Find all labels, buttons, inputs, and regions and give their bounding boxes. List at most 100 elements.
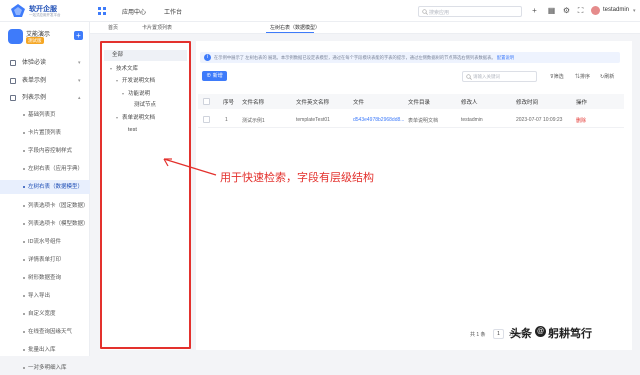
add-record-button[interactable]: ⊕ 新增 <box>202 71 227 81</box>
bullet-icon <box>23 240 25 243</box>
sidebar-item[interactable]: 导入导出 <box>0 289 90 303</box>
sidebar-item[interactable]: 自定义宽度 <box>0 307 90 321</box>
row-en-name: templateTest01 <box>296 117 330 123</box>
sidebar-group-forms[interactable]: 表单示例 ▾ <box>0 74 90 88</box>
sidebar-item-label: 树形数据查询 <box>28 274 62 281</box>
watermark-at-icon: @ <box>535 326 546 337</box>
bullet-icon <box>23 186 25 189</box>
sidebar-group-lists[interactable]: 列表示例 ▴ <box>0 91 90 105</box>
keyword-filter-input[interactable]: 请输入关键词 <box>462 71 537 82</box>
search-placeholder: 搜索应用 <box>429 10 450 16</box>
top-bar: 软开企服 一站式应用开发平台 应用中心 工作台 搜索应用 + ▦ ⚙ ⛶ tes… <box>0 0 640 22</box>
column-header: 修改时间 <box>516 100 539 106</box>
sidebar-item-label: 基础列表页 <box>28 112 56 118</box>
sidebar-item[interactable]: 详情表单打印 <box>0 253 90 267</box>
plus-icon[interactable]: + <box>530 6 539 15</box>
bullet-icon <box>23 331 25 334</box>
user-name[interactable]: testadmin <box>603 7 629 13</box>
sidebar-item-label: 卡片置顶列表 <box>28 130 62 137</box>
select-all-checkbox[interactable] <box>203 98 210 105</box>
sidebar-item-label: 详情表单打印 <box>28 256 62 263</box>
apps-grid-icon[interactable] <box>98 7 106 15</box>
logo-subtitle: 一站式应用开发平台 <box>29 13 61 17</box>
gear-icon[interactable]: ⚙ <box>562 6 571 15</box>
sidebar-item[interactable]: 列表选项卡（模型数据） <box>0 217 90 231</box>
column-header: 序号 <box>223 100 235 106</box>
info-notice: i 在示例中展示了 左树右表的 展现。本示例数据已设定表模型，通过在每个字段模块… <box>200 52 620 63</box>
sidebar-item[interactable]: 一对多明细入库 <box>0 361 90 375</box>
column-header: 文件名称 <box>242 100 265 106</box>
row-index: 1 <box>225 117 228 123</box>
sidebar-item[interactable]: 树形数据查询 <box>0 271 90 285</box>
column-header: 文件英文名称 <box>296 100 330 106</box>
nav-app-center[interactable]: 应用中心 <box>122 7 146 16</box>
sidebar-item-label: 自定义宽度 <box>28 311 56 318</box>
sidebar-item-label: ID流水号组件 <box>28 238 62 245</box>
sidebar-item[interactable]: 左树右表（应用字典） <box>0 162 90 176</box>
tab-home[interactable]: 首页 <box>108 24 118 31</box>
row-name: 测试示例1 <box>242 118 265 124</box>
filter-button[interactable]: ⊽筛选 <box>550 73 564 80</box>
bullet-icon <box>23 276 25 279</box>
sidebar: 艾能演示 测试版 + 体验必读 ▾ 表单示例 ▾ 列表示例 ▴ 基础列表页卡片置… <box>0 22 90 371</box>
sidebar-item[interactable]: 在线查询因缘天气 <box>0 325 90 339</box>
sidebar-item-label: 列表选项卡（固定数据） <box>28 202 89 209</box>
row-dir: 表单说明文档 <box>408 118 439 124</box>
sort-button[interactable]: ⇅排序 <box>575 73 590 80</box>
search-icon <box>422 9 428 15</box>
bullet-icon <box>23 367 25 370</box>
list-icon <box>10 95 16 101</box>
column-header: 操作 <box>576 100 588 106</box>
grid-icon[interactable]: ▦ <box>547 6 556 15</box>
annotation-text: 用于快速检索，字段有层级结构 <box>220 172 374 184</box>
sidebar-item[interactable]: 卡片置顶列表 <box>0 126 90 140</box>
tab-card-list[interactable]: 卡片置顶列表 <box>142 24 172 31</box>
sidebar-item-label: 在线查询因缘天气 <box>28 329 73 336</box>
active-tab-indicator <box>266 32 314 33</box>
sidebar-item[interactable]: 字段内容控制样式 <box>0 144 90 158</box>
sidebar-item[interactable]: 基础列表页 <box>0 108 90 122</box>
table-header: 序号 文件名称 文件英文名称 文件 文件目录 修改人 修改时间 操作 <box>198 94 624 109</box>
project-icon <box>8 29 23 44</box>
global-search-input[interactable]: 搜索应用 <box>418 6 522 17</box>
logo-icon <box>11 4 25 17</box>
column-header: 修改人 <box>461 100 478 106</box>
project-badge: 测试版 <box>26 37 44 44</box>
row-checkbox[interactable] <box>203 116 210 123</box>
sidebar-group-label: 列表示例 <box>22 95 47 101</box>
sidebar-item-label: 字段内容控制样式 <box>28 148 73 155</box>
book-icon <box>10 60 16 66</box>
bullet-icon <box>23 204 25 207</box>
sidebar-item[interactable]: 列表选项卡（固定数据） <box>0 199 90 213</box>
bullet-icon <box>23 222 25 225</box>
sidebar-item[interactable]: ID流水号组件 <box>0 235 90 249</box>
bullet-icon <box>23 295 25 297</box>
pager-current-page[interactable]: 1 <box>493 329 504 339</box>
bullet-icon <box>23 258 25 261</box>
nav-workbench[interactable]: 工作台 <box>164 7 182 16</box>
add-project-button[interactable]: + <box>74 31 83 40</box>
project-switcher[interactable]: 艾能演示 测试版 + <box>8 28 83 46</box>
delete-button[interactable]: 删除 <box>576 117 586 124</box>
chevron-down-icon[interactable]: ▾ <box>633 8 636 14</box>
column-header: 文件 <box>353 100 365 106</box>
annotation-highlight-box <box>100 41 191 349</box>
refresh-button[interactable]: ↻刷新 <box>600 73 614 80</box>
config-link[interactable]: 配置说明 <box>497 55 514 60</box>
main-content <box>196 41 632 350</box>
sidebar-group-guide[interactable]: 体验必读 ▾ <box>0 56 90 70</box>
column-header: 文件目录 <box>408 100 431 106</box>
search-icon <box>466 74 472 80</box>
sidebar-item[interactable]: 批量出入库 <box>0 343 90 357</box>
watermark-name: 躬耕笃行 <box>548 328 592 340</box>
sidebar-item[interactable]: 左树右表（数据模型） <box>0 180 90 195</box>
tab-tree-table[interactable]: 左树右表（数据模型） <box>270 24 320 31</box>
expand-icon[interactable]: ⛶ <box>576 6 585 15</box>
table-row[interactable]: 1 测试示例1 templateTest01 d543e4978b2968dd8… <box>198 112 624 128</box>
row-file-link[interactable]: d543e4978b2968dd8... <box>353 117 404 123</box>
sidebar-item-label: 导入导出 <box>28 293 51 299</box>
sidebar-group-label: 表单示例 <box>22 78 47 84</box>
avatar[interactable] <box>591 6 600 15</box>
chevron-down-icon: ▾ <box>78 60 81 66</box>
bullet-icon <box>23 168 25 171</box>
